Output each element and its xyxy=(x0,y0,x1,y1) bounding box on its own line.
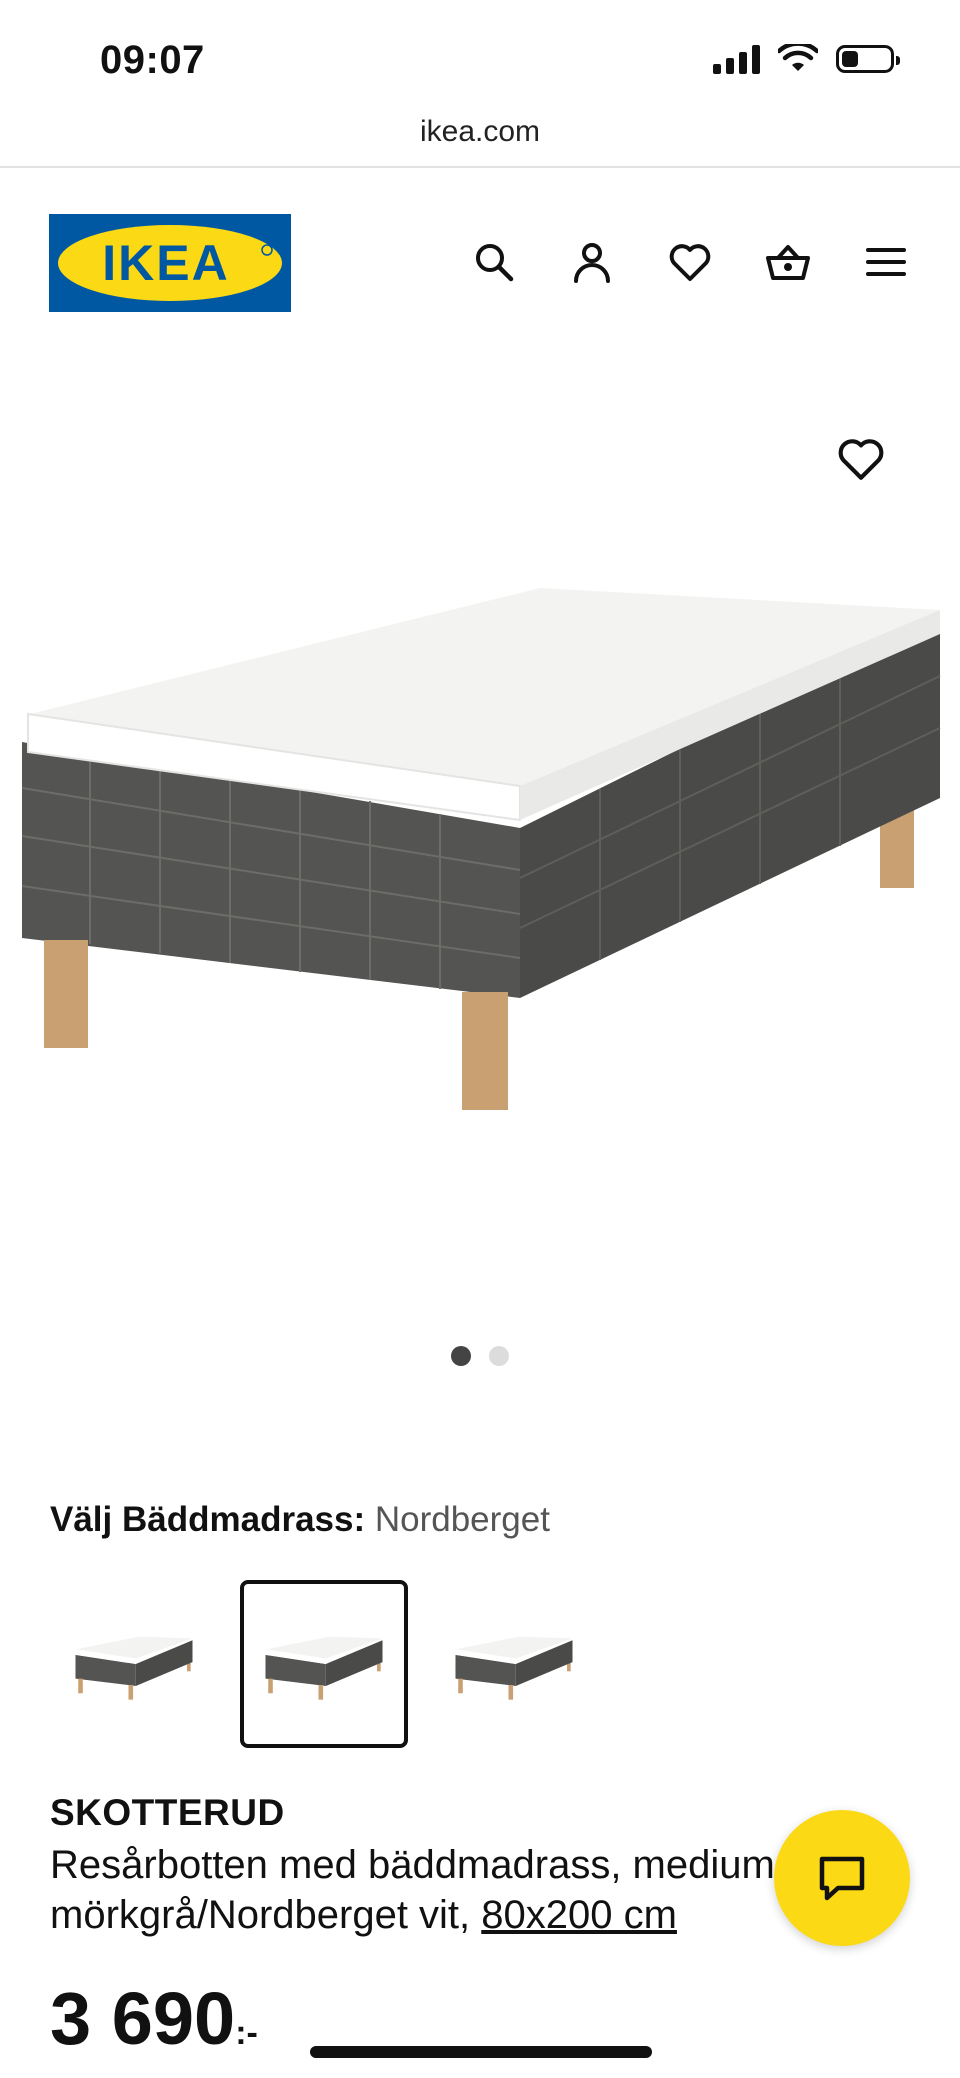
variant-thumbnail[interactable] xyxy=(430,1580,598,1748)
chat-icon xyxy=(819,1856,865,1901)
size-link[interactable]: 80x200 cm xyxy=(481,1893,677,1937)
url-text[interactable]: ikea.com xyxy=(420,115,540,148)
ikea-logo[interactable]: IKEA xyxy=(49,214,291,312)
url-bar[interactable]: ikea.com xyxy=(0,110,960,168)
account-icon[interactable] xyxy=(568,238,616,286)
status-bar: 09:07 xyxy=(0,0,960,110)
battery-level xyxy=(842,51,859,67)
product-image xyxy=(21,588,941,1110)
variant-thumbnail-image xyxy=(75,1636,193,1700)
chat-button[interactable] xyxy=(774,1810,910,1946)
wifi-icon xyxy=(778,44,818,71)
variant-thumbnails xyxy=(50,1580,598,1748)
variant-label-text: Välj Bäddmadrass: xyxy=(50,1500,366,1539)
variant-thumbnail-image xyxy=(265,1636,383,1700)
variant-thumbnail[interactable] xyxy=(240,1580,408,1748)
logo-text: IKEA xyxy=(102,235,229,291)
variant-thumbnail-image xyxy=(455,1636,573,1700)
gallery-dot[interactable] xyxy=(489,1346,509,1366)
cart-icon[interactable] xyxy=(764,238,812,286)
menu-icon[interactable] xyxy=(862,238,910,286)
gallery-pagination xyxy=(0,1346,960,1366)
price-suffix: :- xyxy=(235,2014,258,2052)
variant-label: Välj Bäddmadrass: Nordberget xyxy=(50,1500,550,1540)
status-time: 09:07 xyxy=(100,38,205,82)
price-value: 3 690 xyxy=(50,1977,236,2060)
search-icon[interactable] xyxy=(470,238,518,286)
header-nav xyxy=(470,238,910,286)
signal-icon xyxy=(713,44,760,74)
status-icons xyxy=(713,44,900,74)
battery-icon xyxy=(836,45,900,73)
product-gallery[interactable] xyxy=(0,358,960,1366)
heart-icon[interactable] xyxy=(666,238,714,286)
product-price: 3 690:- xyxy=(50,1976,258,2061)
variant-selected-value: Nordberget xyxy=(374,1500,550,1539)
product-name: SKOTTERUD xyxy=(50,1792,285,1833)
gallery-dot[interactable] xyxy=(451,1346,471,1366)
site-header: IKEA xyxy=(0,168,960,358)
home-indicator[interactable] xyxy=(310,2046,652,2058)
variant-thumbnail[interactable] xyxy=(50,1580,218,1748)
product-description: Resårbotten med bäddmadrass, medium, mör… xyxy=(50,1840,790,1940)
